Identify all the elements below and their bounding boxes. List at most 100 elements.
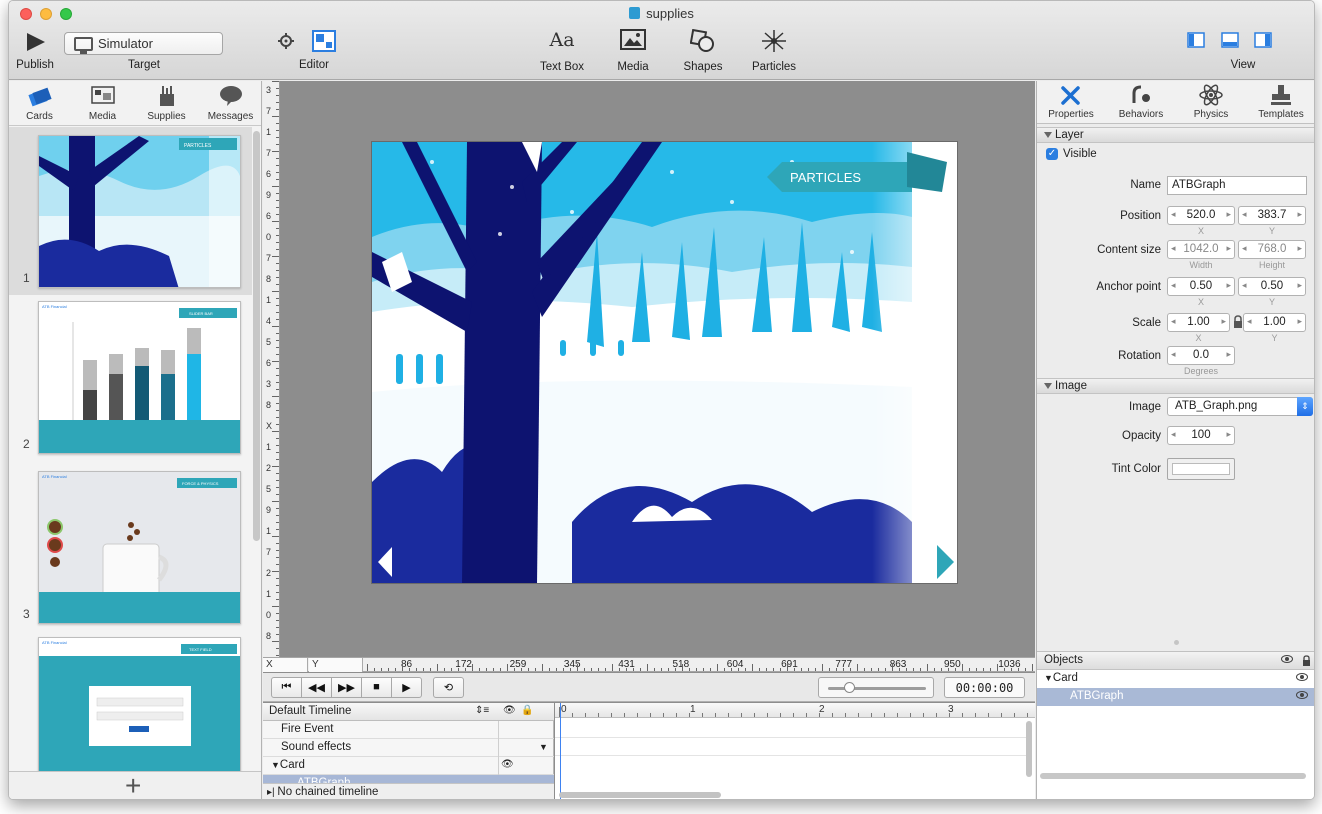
track-fire-event[interactable]: Fire Event: [263, 721, 554, 739]
tab-cards[interactable]: Cards: [12, 84, 67, 122]
anchor-x-field[interactable]: 0.50: [1167, 277, 1235, 296]
objects-scrollbar[interactable]: [1040, 773, 1306, 779]
atbgraph-eye-icon[interactable]: [1296, 691, 1308, 699]
ruler-x-field[interactable]: X: [263, 658, 308, 672]
vruler-label: 5: [266, 337, 272, 347]
track-disclosure-icon[interactable]: ▼: [539, 742, 548, 752]
tools-icon: [1061, 86, 1080, 105]
vruler-label: 5: [266, 484, 272, 494]
timeline-zoom-slider[interactable]: [818, 677, 934, 698]
card-list-scrollbar[interactable]: [253, 131, 260, 541]
position-y-field[interactable]: 383.7: [1238, 206, 1306, 225]
card-eye-icon[interactable]: [1296, 673, 1308, 681]
expand-triangle-icon[interactable]: ▼: [1044, 673, 1053, 683]
image-select[interactable]: ATB_Graph.png ⇕: [1167, 397, 1313, 416]
object-row-card[interactable]: ▼Card: [1037, 670, 1314, 688]
hruler-label: 604: [726, 659, 744, 670]
view-label: View: [1230, 59, 1256, 71]
vruler-label: 3: [266, 379, 272, 389]
vruler-label: 2: [266, 463, 272, 473]
position-x-field[interactable]: 520.0: [1167, 206, 1235, 225]
left-panel-toggle-icon[interactable]: [1187, 32, 1205, 51]
layer-section-header[interactable]: Layer: [1037, 127, 1314, 143]
lock-column-icon: 🔒: [521, 705, 534, 716]
tint-color-well[interactable]: [1167, 458, 1235, 480]
card-visibility-icon[interactable]: 👁: [501, 759, 514, 770]
scale-x-field[interactable]: 1.00: [1167, 313, 1230, 332]
horizontal-ruler: X Y 86 172 259 345 431 518 604 691 777 863 950 1036…: [263, 657, 1074, 672]
winter-scene-image[interactable]: PARTICLES: [372, 142, 958, 584]
atom-icon: [1199, 84, 1223, 106]
timeline-ruler-label: 1: [690, 704, 696, 715]
tab-templates[interactable]: Templates: [1251, 83, 1311, 120]
rotation-field[interactable]: 0.0: [1167, 346, 1235, 365]
image-section-header[interactable]: Image: [1037, 378, 1314, 394]
object-row-atbgraph[interactable]: ATBGraph: [1037, 688, 1314, 706]
tab-media[interactable]: Media: [75, 84, 130, 122]
loop-button[interactable]: ⟲: [433, 677, 464, 698]
stop-button[interactable]: ■: [361, 677, 392, 698]
splitter-handle[interactable]: [1174, 640, 1179, 645]
vruler-label: 6: [266, 358, 272, 368]
tab-properties[interactable]: Properties: [1041, 83, 1101, 120]
chained-timeline-selector[interactable]: ▸| No chained timeline: [263, 783, 554, 799]
media-button[interactable]: Media: [606, 29, 660, 73]
play-button[interactable]: ▶: [391, 677, 422, 698]
tab-messages[interactable]: Messages: [203, 84, 258, 122]
timeline-grid[interactable]: 0123: [555, 703, 1035, 799]
name-label: Name: [1130, 179, 1161, 191]
content-width-field[interactable]: 1042.0: [1167, 240, 1235, 259]
tab-behaviors[interactable]: Behaviors: [1111, 83, 1171, 120]
bottom-panel-toggle-icon[interactable]: [1221, 32, 1239, 51]
vruler-label: X: [266, 421, 273, 431]
tab-physics[interactable]: Physics: [1181, 83, 1241, 120]
timeline-menu-icon[interactable]: ⇕≡: [475, 705, 489, 716]
card-number-1: 1: [23, 271, 30, 285]
scale-lock-icon[interactable]: [1233, 315, 1243, 329]
vruler-label: 1: [266, 589, 272, 599]
tab-supplies[interactable]: Supplies: [139, 84, 194, 122]
editor-layout-icon[interactable]: [312, 30, 336, 55]
add-card-button[interactable]: +: [125, 772, 141, 800]
publish-button[interactable]: Publish: [13, 31, 57, 71]
expand-triangle-icon[interactable]: ▼: [271, 760, 280, 770]
zoom-track: [828, 687, 926, 690]
anchor-y-field[interactable]: 0.50: [1238, 277, 1306, 296]
card-2-banner: SLIDER BAR: [189, 311, 213, 316]
particles-button[interactable]: Particles: [745, 29, 803, 73]
settings-icon[interactable]: [277, 32, 295, 53]
objects-panel: Objects ▼Card ATBGraph: [1037, 651, 1314, 799]
scale-y-field[interactable]: 1.00: [1243, 313, 1306, 332]
card-thumbnail-3[interactable]: ATB Financial FORCE & PHYSICS: [38, 471, 241, 624]
step-back-button[interactable]: ◀◀: [301, 677, 332, 698]
name-field[interactable]: ATBGraph: [1167, 176, 1307, 195]
particles-icon: [762, 30, 786, 52]
track-card[interactable]: ▼Card 👁: [263, 757, 554, 775]
card-3-banner: FORCE & PHYSICS: [182, 481, 219, 486]
go-to-start-button[interactable]: ⏮: [271, 677, 302, 698]
ruler-y-field[interactable]: Y: [309, 658, 363, 672]
scale-label: Scale: [1132, 317, 1161, 329]
card-2-brand: ATB Financial: [42, 304, 67, 309]
card-canvas[interactable]: PARTICLES: [371, 141, 958, 584]
film-icon: [90, 86, 115, 104]
textbox-button[interactable]: Aa Text Box: [534, 29, 590, 73]
card-thumbnail-2[interactable]: ATB Financial SLIDER BAR: [38, 301, 241, 454]
shapes-button[interactable]: Shapes: [677, 29, 729, 73]
right-panel-toggle-icon[interactable]: [1254, 32, 1272, 51]
content-height-field[interactable]: 768.0: [1238, 240, 1306, 259]
timeline-vertical-scrollbar[interactable]: [1026, 721, 1032, 777]
timeline-horizontal-scrollbar[interactable]: [559, 792, 721, 798]
zoom-knob[interactable]: [843, 682, 855, 693]
card-thumbnail-1[interactable]: PARTICLES: [38, 135, 241, 288]
card-thumbnail-4[interactable]: ATB Financial TEXT FIELD: [38, 637, 241, 771]
playhead[interactable]: [560, 703, 561, 799]
hruler-label: 691: [781, 659, 798, 670]
opacity-field[interactable]: 100: [1167, 426, 1235, 445]
tint-color-label: Tint Color: [1111, 463, 1161, 475]
timeline-selector[interactable]: Default Timeline ⇕≡ 👁 🔒: [263, 703, 554, 721]
visible-checkbox[interactable]: ✓: [1046, 148, 1058, 160]
step-forward-button[interactable]: ▶▶: [331, 677, 362, 698]
track-sound-effects[interactable]: Sound effects ▼: [263, 739, 554, 757]
target-selector[interactable]: Simulator: [64, 32, 223, 55]
